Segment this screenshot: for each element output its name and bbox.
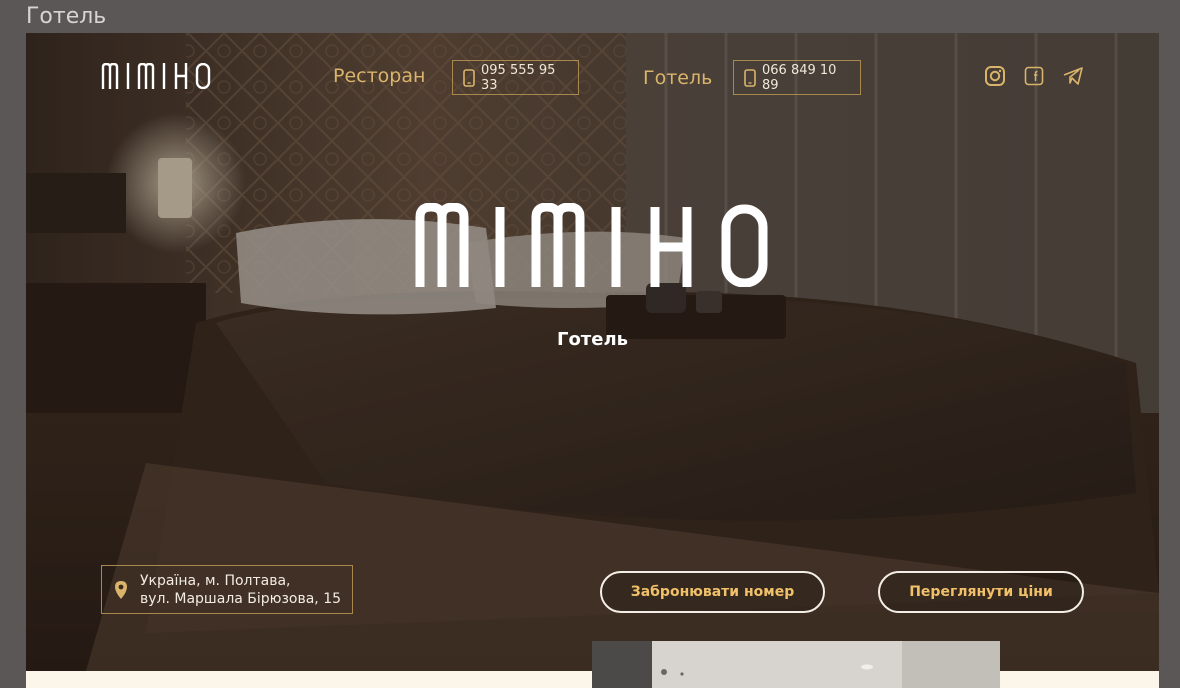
- room-photo-card: [592, 641, 1000, 688]
- hotel-phone-number: 066 849 10 89: [762, 62, 837, 93]
- hero-section: Ресторан 095 555 95 33 Готель 066 849 10…: [26, 33, 1159, 671]
- book-room-button[interactable]: Забронювати номер: [600, 571, 825, 613]
- address-line-2: вул. Маршала Бірюзова, 15: [140, 590, 342, 607]
- view-prices-button[interactable]: Переглянути ціни: [878, 571, 1084, 613]
- address-text: Україна, м. Полтава, вул. Маршала Бірюзо…: [140, 572, 341, 608]
- phone-icon: [463, 68, 475, 87]
- restaurant-phone-button[interactable]: 095 555 95 33: [452, 60, 579, 95]
- address-line-1: Україна, м. Полтава,: [140, 572, 291, 589]
- frame-title: Готель: [26, 4, 107, 29]
- room-photo-image: [592, 641, 1000, 688]
- address-box: Україна, м. Полтава, вул. Маршала Бірюзо…: [101, 565, 353, 614]
- hero-logo: [415, 203, 768, 287]
- hotel-phone-button[interactable]: 066 849 10 89: [733, 60, 861, 95]
- logo-small[interactable]: [101, 63, 213, 89]
- phone-icon: [744, 68, 756, 87]
- location-pin-icon: [115, 580, 127, 599]
- telegram-icon[interactable]: [1062, 65, 1084, 87]
- nav-hotel[interactable]: Готель: [643, 67, 712, 89]
- hero-subtitle: Готель: [556, 329, 629, 350]
- facebook-icon[interactable]: [1024, 65, 1044, 87]
- nav-restaurant[interactable]: Ресторан: [333, 65, 425, 87]
- instagram-icon[interactable]: [984, 65, 1006, 87]
- restaurant-phone-number: 095 555 95 33: [481, 62, 556, 93]
